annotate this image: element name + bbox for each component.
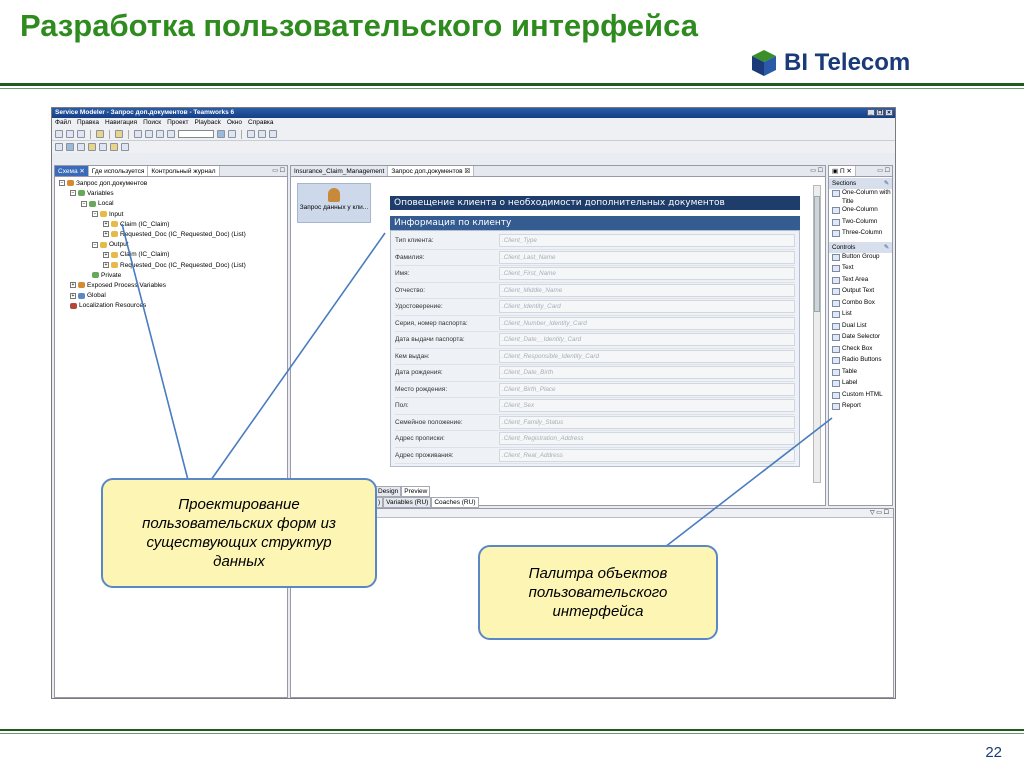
callout-form-design: Проектирование пользовательских форм из … [101, 478, 377, 588]
callout-line [210, 232, 386, 481]
callout-ui-palette: Палитра объектов пользовательского интер… [478, 545, 718, 640]
callout-lines [121, 223, 833, 548]
callout-line [664, 417, 833, 548]
bottom-divider [0, 729, 1024, 731]
bottom-divider-thin [0, 733, 1024, 734]
callout-text: Палитра объектов пользовательского интер… [528, 565, 668, 620]
callout-line [121, 223, 189, 481]
page-number: 22 [985, 744, 1002, 761]
callout-text: Проектирование пользовательских форм из … [142, 496, 336, 570]
